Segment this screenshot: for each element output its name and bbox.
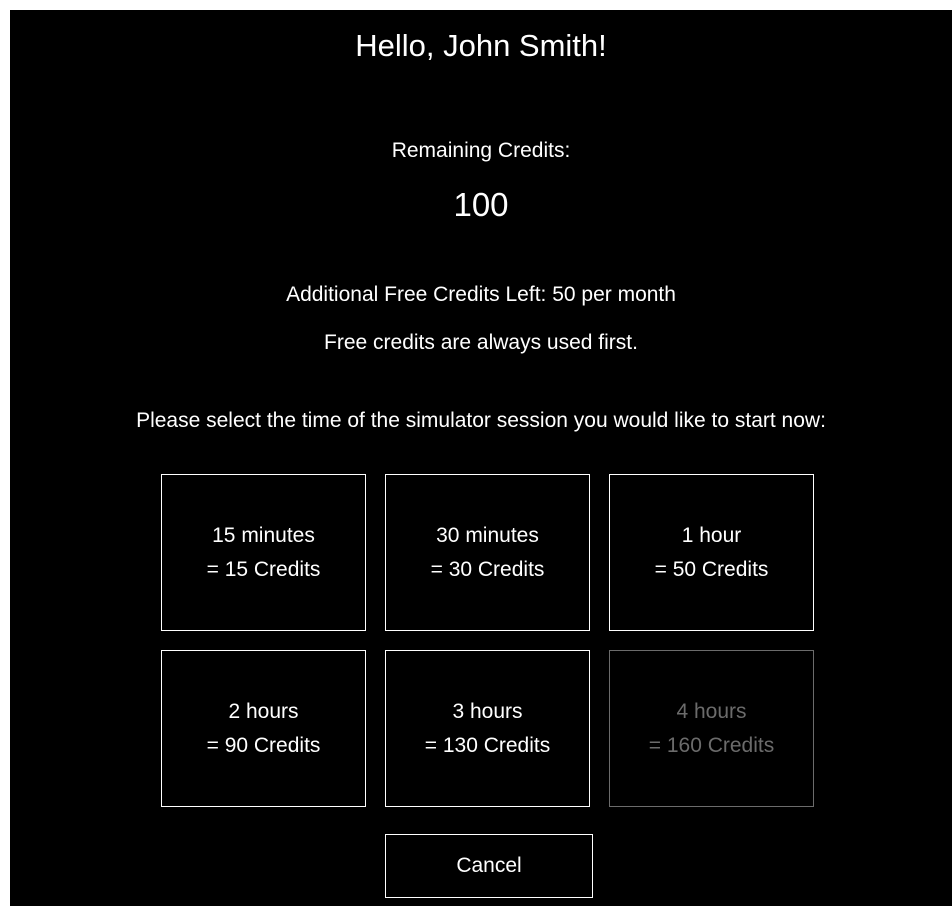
option-time-label: 30 minutes [436, 523, 539, 547]
option-1-hour-button[interactable]: 1 hour = 50 Credits [609, 474, 814, 631]
option-4-hours-button: 4 hours = 160 Credits [609, 650, 814, 807]
option-3-hours-button[interactable]: 3 hours = 130 Credits [385, 650, 590, 807]
option-cost-label: = 90 Credits [206, 733, 321, 757]
option-time-label: 4 hours [676, 699, 747, 723]
option-2-hours-button[interactable]: 2 hours = 90 Credits [161, 650, 366, 807]
session-selection-screen: Hello, John Smith! Remaining Credits: 10… [10, 10, 952, 906]
option-time-label: 15 minutes [212, 523, 315, 547]
option-cost-label: = 50 Credits [654, 557, 769, 581]
free-credits-note: Free credits are always used first. [324, 331, 638, 354]
option-time-label: 1 hour [681, 523, 742, 547]
greeting-title: Hello, John Smith! [355, 28, 607, 63]
session-prompt: Please select the time of the simulator … [136, 409, 826, 432]
option-time-label: 3 hours [452, 699, 523, 723]
option-30-minutes-button[interactable]: 30 minutes = 30 Credits [385, 474, 590, 631]
cancel-button[interactable]: Cancel [385, 834, 593, 898]
remaining-credits-label: Remaining Credits: [391, 139, 571, 162]
remaining-credits-value: 100 [453, 186, 509, 223]
option-cost-label: = 30 Credits [430, 557, 545, 581]
option-cost-label: = 160 Credits [648, 733, 775, 757]
option-15-minutes-button[interactable]: 15 minutes = 15 Credits [161, 474, 366, 631]
option-cost-label: = 15 Credits [206, 557, 321, 581]
free-credits-text: Additional Free Credits Left: 50 per mon… [286, 283, 676, 306]
option-cost-label: = 130 Credits [424, 733, 551, 757]
option-time-label: 2 hours [228, 699, 299, 723]
